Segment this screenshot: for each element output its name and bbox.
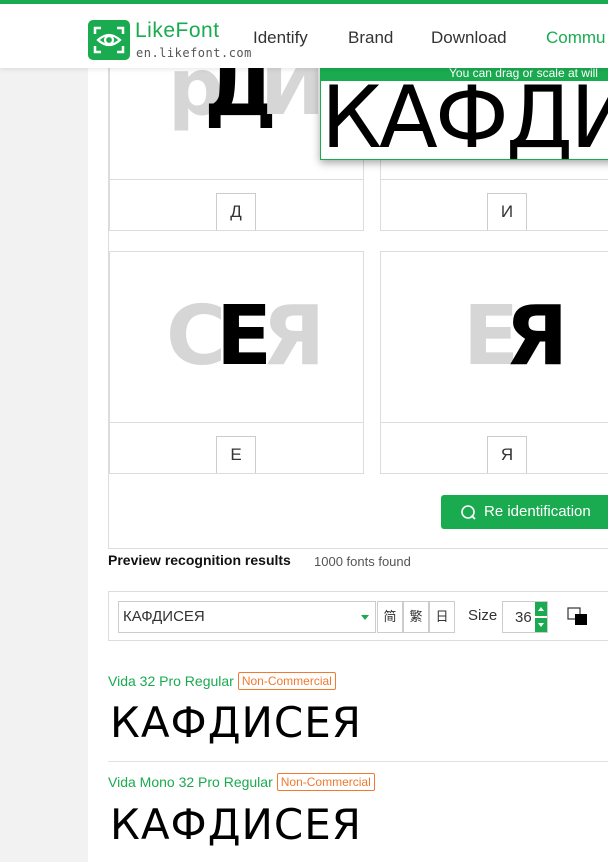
glyph-cell-ya: Е Я Я [380, 251, 608, 474]
glyph-label-input[interactable]: Д [216, 193, 256, 230]
japanese-button[interactable]: 日 [429, 601, 455, 633]
size-decrease-button[interactable] [535, 618, 547, 632]
glyph-label-input[interactable]: Я [487, 436, 527, 473]
color-picker-icon[interactable] [567, 607, 589, 627]
sample-text-value: КАФДИСЕЯ [123, 608, 205, 625]
chevron-down-icon [361, 615, 369, 620]
size-label: Size [468, 607, 498, 624]
license-badge: Non-Commercial [237, 672, 336, 690]
font-result-name[interactable]: Vida 32 Pro Regular Non-Commercial [108, 672, 336, 690]
top-navigation-bar: LikeFont en.likefont.com Identify Brand … [0, 0, 608, 68]
overlay-sample-text: КАФДИСЕЯ [321, 68, 608, 160]
nav-identify[interactable]: Identify [253, 28, 308, 48]
font-sample-preview[interactable]: КАФДИСЕЯ [110, 698, 362, 747]
search-icon [461, 505, 476, 520]
draggable-preview-window[interactable]: You can drag or scale at will КАФДИСЕЯ [320, 64, 608, 160]
logo-domain: en.likefont.com [136, 46, 252, 60]
simplified-chinese-button[interactable]: 简 [377, 601, 403, 633]
logo-title[interactable]: LikeFont [135, 19, 220, 43]
preview-toolbar: КАФДИСЕЯ 简 繁 日 Size 36 [108, 591, 608, 641]
logo-title-part: Like [135, 19, 176, 42]
glyph-main: Я [505, 289, 569, 384]
glyph-label-input[interactable]: И [487, 193, 527, 230]
traditional-chinese-button[interactable]: 繁 [403, 601, 429, 633]
font-sample-preview[interactable]: КАФДИСЕЯ [110, 800, 362, 849]
logo-icon[interactable] [88, 20, 130, 60]
size-value: 36 [515, 609, 532, 626]
divider [108, 761, 608, 762]
font-name-text: Vida 32 Pro Regular [108, 673, 234, 689]
sample-text-select[interactable]: КАФДИСЕЯ [118, 601, 376, 633]
re-identification-label: Re identification [484, 503, 591, 520]
nav-download[interactable]: Download [431, 28, 507, 48]
font-result-name[interactable]: Vida Mono 32 Pro Regular Non-Commercial [108, 773, 375, 791]
glyph-preview: С Е Я [110, 252, 363, 423]
results-title: Preview recognition results [108, 552, 291, 568]
results-count: 1000 fonts found [314, 554, 411, 569]
glyph-preview: Е Я [381, 252, 608, 423]
nav-community[interactable]: Commu [546, 28, 606, 48]
glyph-cell-e: С Е Я Е [109, 251, 364, 474]
font-name-text: Vida Mono 32 Pro Regular [108, 774, 273, 790]
nav-brand[interactable]: Brand [348, 28, 393, 48]
ghost-glyph: Я [262, 289, 326, 384]
license-badge: Non-Commercial [276, 773, 375, 791]
size-stepper[interactable]: 36 [502, 601, 548, 633]
size-increase-button[interactable] [535, 602, 547, 616]
glyph-label-input[interactable]: Е [216, 436, 256, 473]
logo-title-part: Font [175, 19, 220, 42]
re-identification-button[interactable]: Re identification [441, 495, 608, 529]
